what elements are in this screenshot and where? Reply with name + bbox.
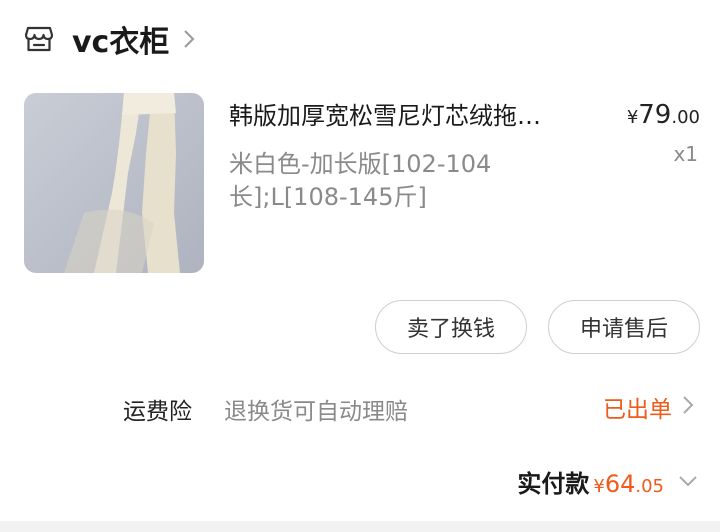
shipping-insurance-status[interactable]: 已出单: [603, 390, 672, 424]
product-thumbnail[interactable]: [24, 93, 204, 273]
chevron-right-icon[interactable]: [183, 29, 195, 49]
bottom-divider: [0, 521, 720, 532]
shipping-insurance-description: 退换货可自动理赔: [224, 399, 408, 425]
product-title[interactable]: 韩版加厚宽松雪尼灯芯绒拖…: [229, 96, 599, 131]
shop-name[interactable]: vc衣柜: [72, 17, 169, 61]
payment-decimal: .05: [635, 476, 664, 497]
product-price: ¥79.00: [627, 100, 700, 130]
product-quantity: x1: [673, 142, 698, 166]
price-currency: ¥: [626, 107, 639, 128]
store-icon: [22, 22, 56, 56]
payment-label: 实付款: [517, 470, 590, 498]
sku-line-1: 米白色-加长版[102-104: [229, 150, 492, 178]
payment-currency: ¥: [593, 476, 605, 497]
shipping-insurance-label: 运费险: [123, 399, 192, 425]
price-integer: 79: [638, 100, 672, 130]
chevron-down-icon[interactable]: [678, 472, 698, 491]
price-decimal: .00: [671, 107, 700, 128]
payment-summary[interactable]: 实付款 ¥ 64 .05: [517, 464, 698, 499]
shop-header[interactable]: vc衣柜: [22, 16, 195, 62]
chevron-right-icon[interactable]: [682, 395, 694, 419]
product-sku: 米白色-加长版[102-104 长];L[108-145斤]: [229, 148, 549, 214]
after-sale-button[interactable]: 申请售后: [548, 300, 700, 354]
sku-line-2: 长];L[108-145斤]: [229, 183, 427, 211]
sell-for-cash-button[interactable]: 卖了换钱: [375, 300, 527, 354]
payment-integer: 64: [604, 470, 636, 498]
